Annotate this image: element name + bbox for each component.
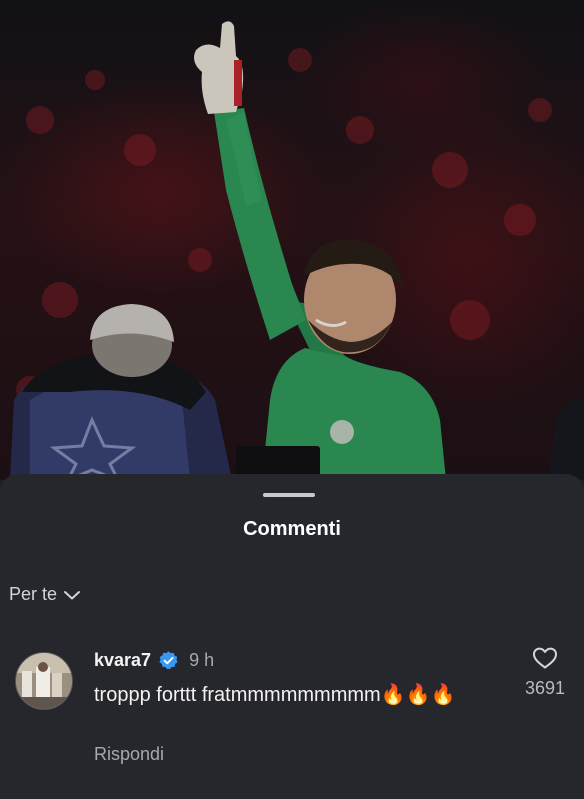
like-count: 3691 — [524, 678, 566, 698]
chevron-down-icon — [64, 590, 81, 599]
avatar-image — [16, 653, 72, 709]
like-button[interactable]: 3691 — [518, 646, 572, 699]
sort-dropdown[interactable]: Per te — [9, 584, 81, 605]
heart-icon — [533, 647, 557, 669]
background-photo — [0, 0, 584, 480]
comment-author-row: kvara7 9 h — [94, 646, 214, 674]
comments-sheet: Commenti Per te kvara7 9 h troppp forttt… — [0, 474, 584, 799]
sheet-drag-handle[interactable] — [263, 493, 315, 497]
verified-badge-icon — [158, 650, 179, 671]
comment-username[interactable]: kvara7 — [94, 650, 151, 671]
sheet-title: Commenti — [243, 518, 341, 540]
reply-button[interactable]: Rispondi — [94, 744, 164, 765]
photo-illustration — [0, 0, 584, 480]
comment-time: 9 h — [189, 649, 215, 670]
avatar[interactable] — [15, 652, 73, 710]
sort-label: Per te — [9, 584, 58, 604]
comment-text: troppp forttt fratmmmmmmmmm🔥🔥🔥 — [94, 684, 456, 706]
comment-item: kvara7 9 h troppp forttt fratmmmmmmmmm🔥🔥… — [0, 646, 584, 776]
